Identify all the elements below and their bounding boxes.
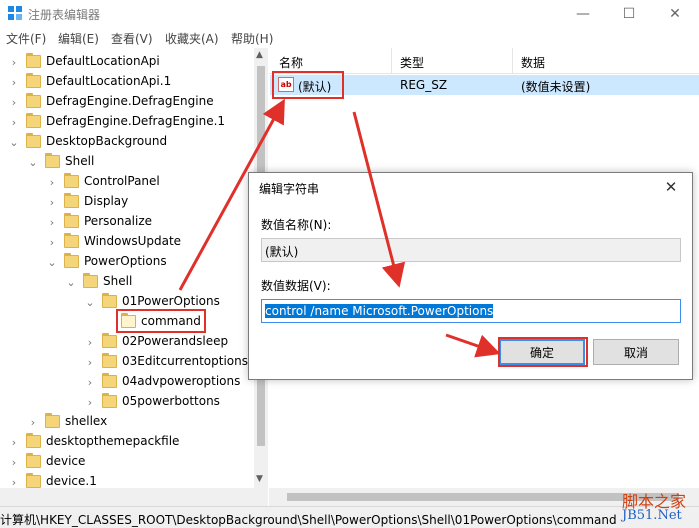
annotation-arrows: [178, 98, 501, 358]
watermark-site: JB51.Net: [622, 508, 682, 523]
arrow-to-data: [352, 111, 406, 288]
arrow-to-default: [178, 98, 285, 291]
arrow-to-ok: [445, 333, 501, 358]
